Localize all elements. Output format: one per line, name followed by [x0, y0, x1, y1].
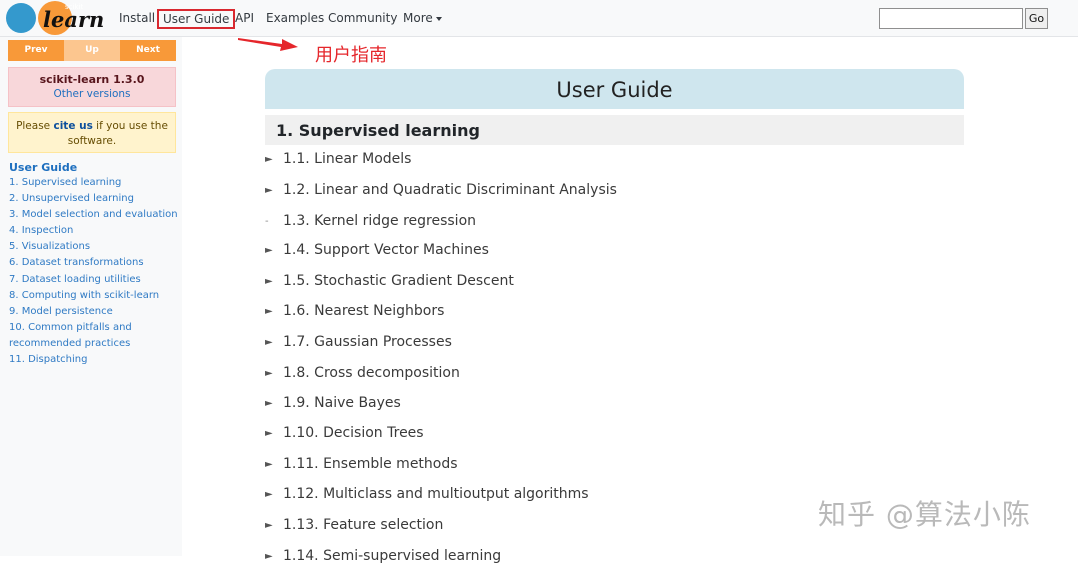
guide-list-item-label[interactable]: 1.7. Gaussian Processes [283, 334, 452, 350]
pager: Prev Up Next [8, 40, 176, 61]
section-title[interactable]: 1. Supervised learning [276, 121, 480, 140]
sidebar-toc: User Guide 1. Supervised learning 2. Uns… [9, 160, 181, 368]
logo-text: learn [43, 7, 103, 32]
expand-arrow-icon[interactable]: ► [265, 398, 277, 409]
cite-box: Please cite us if you use the software. [8, 112, 176, 153]
guide-list-item-label[interactable]: 1.11. Ensemble methods [283, 456, 458, 472]
guide-list-item-label[interactable]: 1.9. Naive Bayes [283, 395, 401, 411]
sidebar: Prev Up Next scikit-learn 1.3.0 Other ve… [0, 37, 182, 556]
expand-arrow-icon[interactable]: ► [265, 368, 277, 379]
expand-arrow-icon[interactable]: ► [265, 154, 277, 165]
guide-list-item-label[interactable]: 1.2. Linear and Quadratic Discriminant A… [283, 182, 617, 198]
guide-list-item-label[interactable]: 1.12. Multiclass and multioutput algorit… [283, 486, 589, 502]
top-navbar: scikit learn Install User Guide API Exam… [0, 0, 1078, 37]
toc-item-supervised[interactable]: 1. Supervised learning [9, 175, 181, 191]
annotation-label: 用户指南 [315, 45, 387, 66]
version-title: scikit-learn 1.3.0 [39, 73, 145, 86]
nav-community-link[interactable]: Community [328, 11, 397, 25]
search-input[interactable] [879, 8, 1023, 29]
watermark: 知乎 @算法小陈 [818, 498, 1031, 531]
toc-item-common-pitfalls[interactable]: 10. Common pitfalls and recommended prac… [9, 320, 159, 352]
toc-item-visualizations[interactable]: 5. Visualizations [9, 239, 181, 255]
guide-list-item-label[interactable]: 1.13. Feature selection [283, 517, 443, 533]
guide-list-item-label[interactable]: 1.4. Support Vector Machines [283, 242, 489, 258]
toc-item-inspection[interactable]: 4. Inspection [9, 223, 181, 239]
guide-list-item-label[interactable]: 1.10. Decision Trees [283, 425, 424, 441]
up-button[interactable]: Up [64, 40, 120, 61]
toc-item-unsupervised[interactable]: 2. Unsupervised learning [9, 191, 181, 207]
expand-arrow-icon[interactable]: ► [265, 551, 277, 562]
nav-user-guide-link[interactable]: User Guide [157, 9, 236, 29]
page-title: User Guide [556, 78, 673, 102]
guide-list-item-label[interactable]: 1.5. Stochastic Gradient Descent [283, 273, 514, 289]
dash-bullet-icon: - [265, 216, 269, 227]
guide-list-item-label[interactable]: 1.3. Kernel ridge regression [283, 213, 476, 229]
guide-list-item-label[interactable]: 1.1. Linear Models [283, 151, 411, 167]
expand-arrow-icon[interactable]: ► [265, 306, 277, 317]
page-title-banner: User Guide [265, 69, 964, 109]
cite-prefix: Please [16, 120, 54, 132]
expand-arrow-icon[interactable]: ► [265, 245, 277, 256]
expand-arrow-icon[interactable]: ► [265, 489, 277, 500]
toc-item-dataset-transformations[interactable]: 6. Dataset transformations [9, 255, 181, 271]
nav-api-link[interactable]: API [235, 11, 254, 25]
version-box: scikit-learn 1.3.0 Other versions [8, 67, 176, 107]
toc-item-dataset-loading[interactable]: 7. Dataset loading utilities [9, 272, 181, 288]
cite-us-link[interactable]: cite us [53, 120, 92, 132]
guide-list-item-label[interactable]: 1.8. Cross decomposition [283, 365, 460, 381]
section-header: 1. Supervised learning [265, 115, 964, 145]
guide-list-item-label[interactable]: 1.14. Semi-supervised learning [283, 548, 501, 564]
toc-item-model-selection[interactable]: 3. Model selection and evaluation [9, 207, 181, 223]
nav-more-label: More [403, 11, 433, 25]
next-button[interactable]: Next [120, 40, 176, 61]
toc-title[interactable]: User Guide [9, 160, 181, 175]
expand-arrow-icon[interactable]: ► [265, 276, 277, 287]
toc-item-dispatching[interactable]: 11. Dispatching [9, 352, 181, 368]
nav-install-link[interactable]: Install [119, 11, 155, 25]
search-go-button[interactable]: Go [1025, 8, 1048, 29]
other-versions-link[interactable]: Other versions [9, 88, 175, 100]
scikit-learn-logo[interactable]: scikit learn [3, 1, 103, 35]
expand-arrow-icon[interactable]: ► [265, 337, 277, 348]
toc-item-computing[interactable]: 8. Computing with scikit-learn [9, 288, 181, 304]
chevron-down-icon [435, 16, 442, 21]
expand-arrow-icon[interactable]: ► [265, 520, 277, 531]
expand-arrow-icon[interactable]: ► [265, 459, 277, 470]
nav-more-dropdown[interactable]: More [403, 11, 442, 25]
expand-arrow-icon[interactable]: ► [265, 185, 277, 196]
expand-arrow-icon[interactable]: ► [265, 428, 277, 439]
prev-button[interactable]: Prev [8, 40, 64, 61]
nav-examples-link[interactable]: Examples [266, 11, 324, 25]
red-arrow-annotation-icon [238, 38, 298, 51]
toc-item-model-persistence[interactable]: 9. Model persistence [9, 304, 181, 320]
guide-list-item-label[interactable]: 1.6. Nearest Neighbors [283, 303, 444, 319]
